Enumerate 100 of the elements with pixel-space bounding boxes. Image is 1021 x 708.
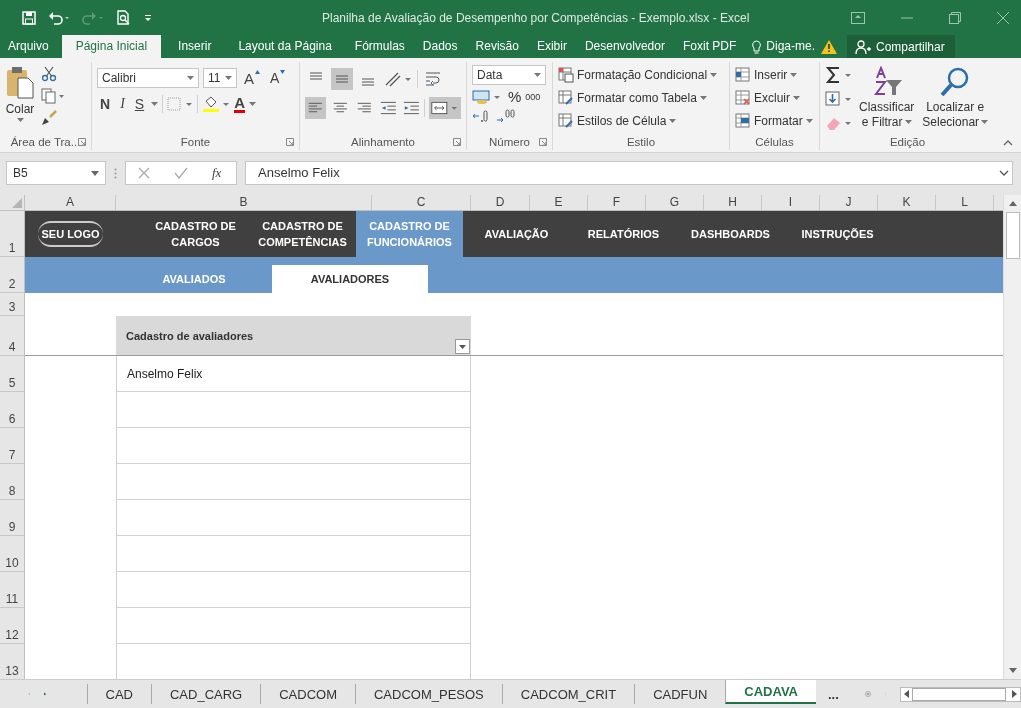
- vertical-align-icon[interactable]: [331, 68, 353, 90]
- caret-icon[interactable]: [151, 102, 159, 106]
- row-header[interactable]: 7: [0, 428, 24, 464]
- customize-caret-icon[interactable]: [144, 12, 152, 23]
- row-header[interactable]: 9: [0, 500, 24, 536]
- menu-tab[interactable]: Revisão: [466, 35, 528, 58]
- name-box[interactable]: B5: [6, 161, 106, 185]
- menu-tab[interactable]: Inserir: [165, 35, 226, 58]
- font-size-field[interactable]: 11: [203, 68, 237, 88]
- cut-icon[interactable]: [41, 66, 57, 82]
- font-name-field[interactable]: Calibri: [97, 68, 199, 88]
- column-header[interactable]: D: [471, 195, 530, 210]
- vertical-scrollbar[interactable]: [1003, 195, 1021, 679]
- cells-menu-button[interactable]: Excluir: [735, 88, 814, 108]
- decrease-indent-icon[interactable]: [378, 99, 398, 117]
- cells-menu-button[interactable]: Formatar: [735, 111, 814, 131]
- column-header[interactable]: K: [878, 195, 936, 210]
- sub-tab[interactable]: AVALIADORES: [272, 265, 428, 293]
- style-menu-button[interactable]: Estilos de Célula: [558, 111, 724, 131]
- font-color-button[interactable]: A: [234, 95, 245, 113]
- undo-icon[interactable]: [48, 10, 70, 25]
- fill-down-icon[interactable]: [825, 90, 853, 108]
- font-style-button[interactable]: N: [97, 96, 114, 112]
- horizontal-scrollbar[interactable]: [900, 686, 1021, 702]
- merge-cells-icon[interactable]: [429, 97, 461, 119]
- sheet-tab[interactable]: CADCOM_CRIT: [501, 684, 635, 704]
- scroll-thumb[interactable]: [1005, 212, 1020, 259]
- sheet-tab[interactable]: CADCOM: [260, 684, 355, 704]
- lightbulb-icon[interactable]: [751, 40, 763, 54]
- nav-button[interactable]: CADASTRO DE COMPETÊNCIAS: [249, 211, 356, 257]
- paste-button[interactable]: Colar: [5, 64, 35, 132]
- thousands-button[interactable]: 000: [525, 91, 541, 102]
- collapse-ribbon-icon[interactable]: [1003, 140, 1013, 146]
- print-preview-icon[interactable]: [116, 9, 132, 26]
- number-format-field[interactable]: Data: [472, 65, 546, 85]
- grow-font-button[interactable]: A: [241, 69, 263, 87]
- ribbon-display-icon[interactable]: [851, 11, 865, 24]
- font-style-button[interactable]: S: [131, 96, 148, 112]
- menu-tab[interactable]: Desenvolvedor: [575, 35, 674, 58]
- horizontal-align-icon[interactable]: [305, 97, 326, 119]
- nav-button[interactable]: RELATÓRIOS: [570, 211, 677, 257]
- row-header[interactable]: 3: [0, 293, 24, 316]
- column-header[interactable]: G: [646, 195, 704, 210]
- close-icon[interactable]: [997, 11, 1009, 24]
- accounting-format-icon[interactable]: [472, 88, 502, 105]
- next-sheet-icon[interactable]: [44, 690, 47, 698]
- restore-icon[interactable]: [949, 11, 961, 24]
- menu-tab[interactable]: Arquivo: [0, 35, 58, 58]
- font-style-button[interactable]: I: [117, 96, 128, 112]
- row-header[interactable]: 2: [0, 257, 24, 293]
- share-button[interactable]: Compartilhar: [847, 35, 955, 58]
- scroll-right-icon[interactable]: [1012, 690, 1017, 698]
- formula-input[interactable]: Anselmo Felix: [245, 161, 1013, 185]
- menu-tab[interactable]: Dados: [413, 35, 467, 58]
- sheet-tab[interactable]: CADAVA: [725, 680, 816, 704]
- row-header[interactable]: 11: [0, 572, 24, 608]
- menu-tab[interactable]: Fórmulas: [345, 35, 414, 58]
- style-menu-button[interactable]: Formatar como Tabela: [558, 88, 724, 108]
- cells-menu-button[interactable]: Inserir: [735, 65, 814, 85]
- column-header[interactable]: C: [372, 195, 471, 210]
- row-header[interactable]: 4: [0, 316, 24, 356]
- column-header[interactable]: A: [25, 195, 116, 210]
- percent-button[interactable]: %: [508, 88, 522, 105]
- nav-button[interactable]: CADASTRO DE CARGOS: [142, 211, 249, 257]
- row-header[interactable]: 5: [0, 356, 24, 392]
- sheet-tab[interactable]: CADCOM_PESOS: [355, 684, 502, 704]
- dialog-launcher-icon[interactable]: [286, 138, 294, 146]
- increase-indent-icon[interactable]: [401, 99, 421, 117]
- column-header[interactable]: I: [762, 195, 820, 210]
- style-menu-button[interactable]: Formatação Condicional: [558, 65, 724, 85]
- cancel-icon[interactable]: [138, 167, 150, 179]
- nav-button[interactable]: DASHBOARDS: [677, 211, 784, 257]
- row-header[interactable]: 10: [0, 536, 24, 572]
- sheet-tab[interactable]: CAD: [86, 684, 151, 704]
- scroll-thumb[interactable]: [912, 687, 1006, 701]
- save-icon[interactable]: [22, 10, 36, 25]
- tell-me-field[interactable]: Diga-me.: [766, 35, 815, 58]
- enter-icon[interactable]: [174, 167, 188, 179]
- menu-tab[interactable]: Layout da Página: [225, 35, 346, 58]
- column-header[interactable]: F: [588, 195, 646, 210]
- autosum-icon[interactable]: [825, 66, 853, 84]
- expand-formula-bar-icon[interactable]: [999, 170, 1009, 176]
- dialog-launcher-icon[interactable]: [78, 138, 86, 146]
- filter-dropdown-icon[interactable]: [455, 339, 470, 354]
- caret-icon[interactable]: [249, 102, 256, 106]
- borders-icon[interactable]: [167, 97, 194, 111]
- row-header[interactable]: 6: [0, 392, 24, 428]
- scroll-down-icon[interactable]: [1008, 668, 1017, 673]
- column-header[interactable]: J: [820, 195, 878, 210]
- sheet-tab[interactable]: CAD_CARG: [150, 684, 261, 704]
- fill-color-icon[interactable]: [202, 95, 231, 113]
- shrink-font-button[interactable]: A: [267, 70, 289, 86]
- more-sheets-button[interactable]: ...: [816, 680, 851, 708]
- row-header[interactable]: 12: [0, 608, 24, 644]
- dialog-launcher-icon[interactable]: [453, 138, 461, 146]
- column-header[interactable]: L: [936, 195, 994, 210]
- column-header[interactable]: E: [530, 195, 588, 210]
- drag-handle-icon[interactable]: [114, 167, 117, 179]
- column-header[interactable]: B: [116, 195, 372, 210]
- insert-function-button[interactable]: fx: [212, 165, 222, 181]
